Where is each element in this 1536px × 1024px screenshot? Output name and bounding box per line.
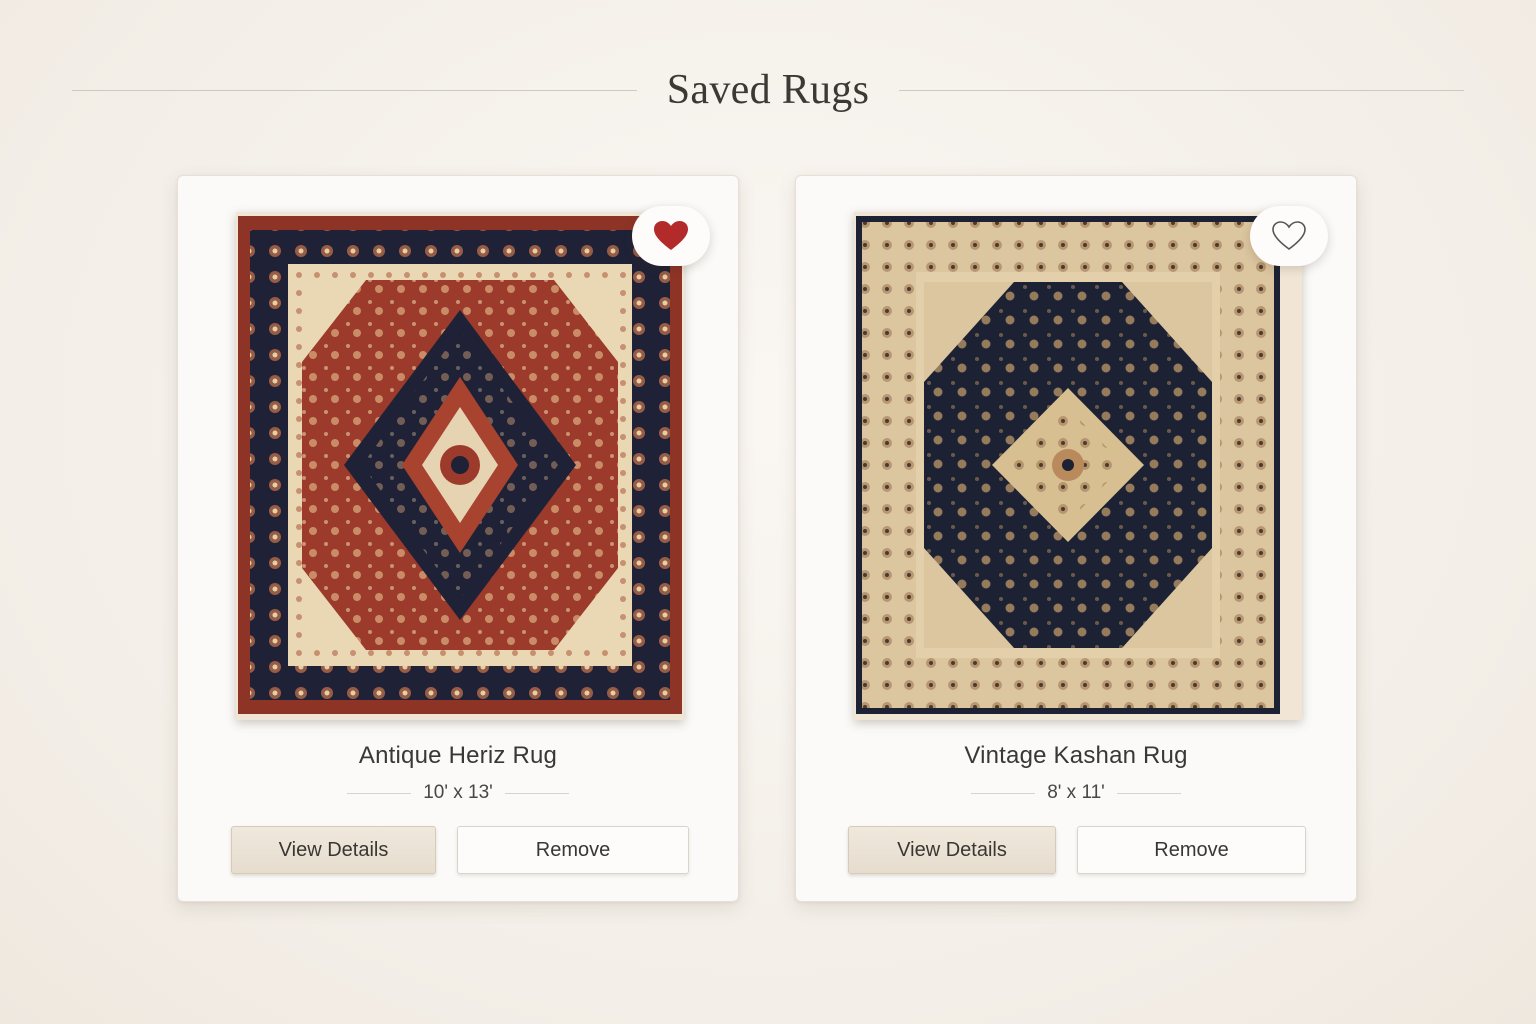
size-divider-left bbox=[347, 792, 412, 794]
rug-illustration bbox=[236, 212, 684, 720]
rug-card: Vintage Kashan Rug 8' x 11' View Details… bbox=[795, 175, 1357, 902]
size-divider-right bbox=[504, 792, 569, 794]
heart-filled-icon bbox=[654, 221, 688, 250]
favorite-button[interactable] bbox=[1250, 206, 1328, 266]
page-title: Saved Rugs bbox=[666, 67, 870, 113]
rug-illustration bbox=[854, 212, 1302, 720]
rug-card: Antique Heriz Rug 10' x 13' View Details… bbox=[177, 175, 739, 902]
rug-image-heriz[interactable] bbox=[236, 212, 684, 720]
rug-size: 10' x 13' bbox=[423, 782, 493, 803]
saved-rugs-page: Saved Rugs Antique Heriz Rug 10' x 13' V… bbox=[0, 0, 1536, 1024]
rug-name: Antique Heriz Rug bbox=[358, 742, 558, 769]
favorite-button[interactable] bbox=[632, 206, 710, 266]
view-details-button[interactable]: View Details bbox=[231, 826, 436, 874]
rug-size: 8' x 11' bbox=[1047, 782, 1105, 803]
remove-button[interactable]: Remove bbox=[457, 826, 689, 874]
view-details-button[interactable]: View Details bbox=[848, 826, 1056, 874]
header-divider-left bbox=[72, 89, 637, 91]
rug-size-row: 10' x 13' bbox=[178, 782, 738, 804]
heart-outline-icon bbox=[1272, 221, 1306, 250]
page-header: Saved Rugs bbox=[72, 62, 1464, 118]
remove-button[interactable]: Remove bbox=[1077, 826, 1306, 874]
rug-name: Vintage Kashan Rug bbox=[964, 742, 1188, 769]
size-divider-right bbox=[1116, 792, 1181, 794]
rug-image-kashan[interactable] bbox=[854, 212, 1302, 720]
size-divider-left bbox=[971, 792, 1036, 794]
rug-size-row: 8' x 11' bbox=[796, 782, 1356, 804]
header-divider-right bbox=[899, 89, 1464, 91]
